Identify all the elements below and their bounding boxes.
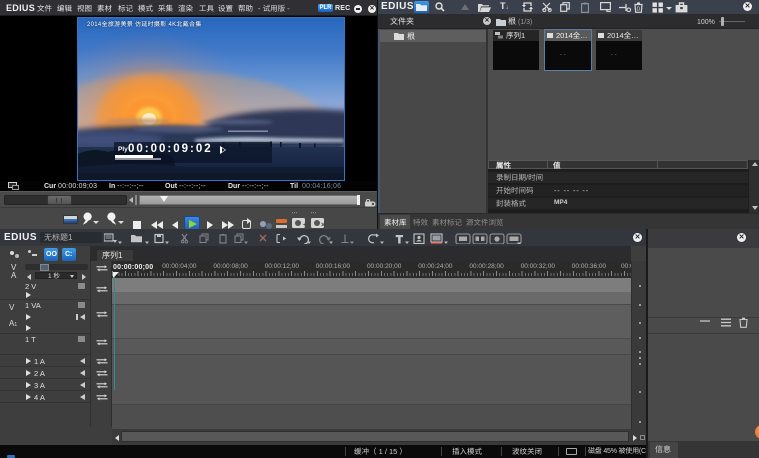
svg-text:T: T — [396, 234, 403, 244]
